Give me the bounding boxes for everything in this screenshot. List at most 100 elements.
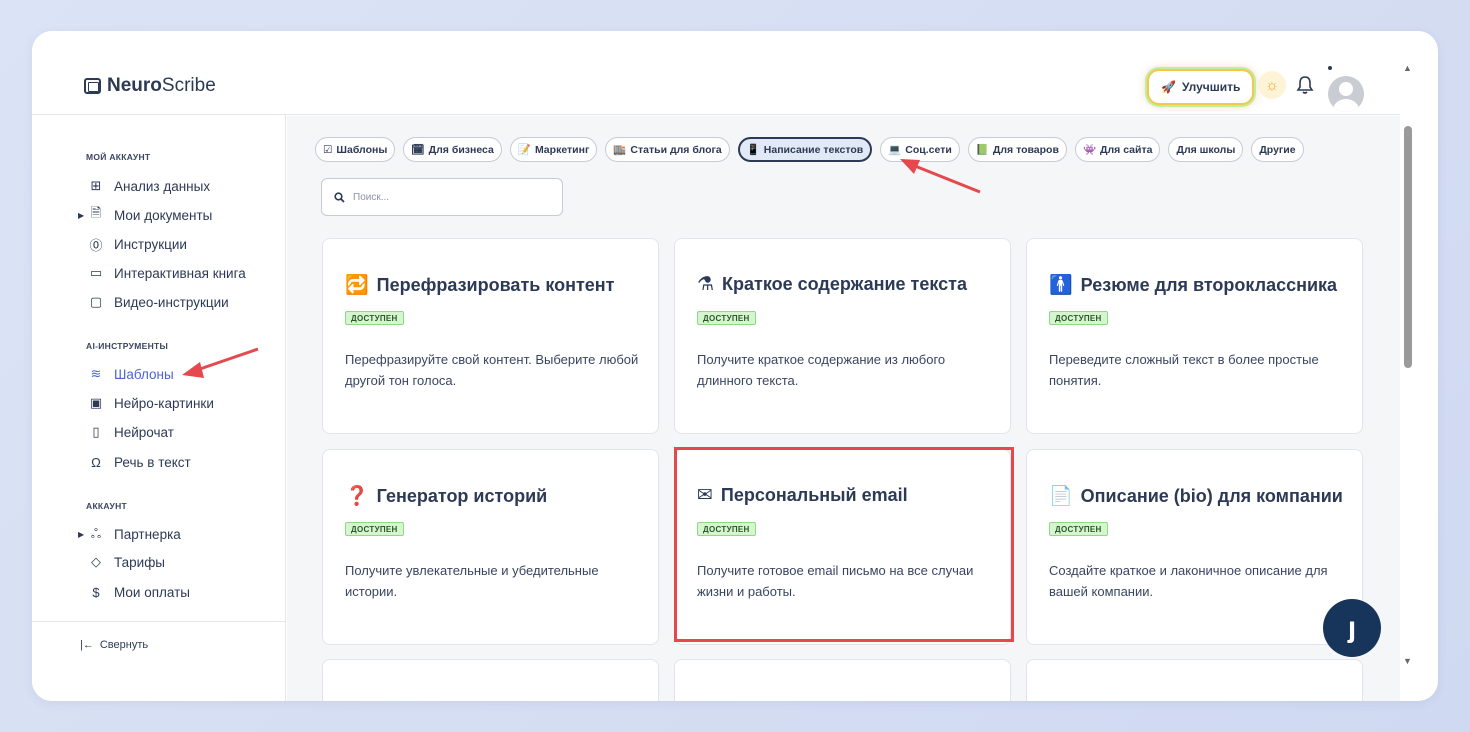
logo[interactable]: Neuro Scribe [84, 75, 216, 97]
sidebar-item-analytics[interactable]: ⊞ Анализ данных [86, 176, 211, 196]
chip-label: Маркетинг [534, 143, 590, 156]
sidebar-item-pricing[interactable]: ◇ Тарифы [86, 552, 165, 572]
template-card-bio[interactable]: 📄 Описание (bio) для компании ДОСТУПЕН Со… [1026, 449, 1363, 645]
card-title: Резюме для второклассника [1080, 274, 1338, 295]
repeat-icon: 🔁 [345, 275, 369, 296]
section-my-account: МОЙ АККАУНТ [86, 152, 151, 162]
template-card-summary[interactable]: ⚗ Краткое содержание текста ДОСТУПЕН Полу… [674, 238, 1011, 434]
notification-dot [1328, 66, 1332, 70]
chip-label: Шаблоны [336, 143, 388, 156]
logo-bold: Neuro [107, 75, 162, 96]
video-icon: ▢ [89, 294, 103, 309]
image-icon: ▣ [89, 395, 103, 410]
card-title: Описание (bio) для компании [1080, 485, 1343, 506]
sidebar-divider [32, 621, 286, 622]
sidebar-item-book[interactable]: ▭ Интерактивная книга [86, 263, 246, 283]
chip-marketing[interactable]: 📝 Маркетинг [509, 137, 598, 162]
chat-widget-button[interactable]: ȷ [1323, 599, 1381, 657]
sidebar-item-chat[interactable]: ▯ Нейрочат [86, 422, 174, 442]
upgrade-label: Улучшить [1181, 80, 1241, 94]
chat-icon: ▯ [92, 424, 100, 439]
card-title: Краткое содержание текста [722, 274, 967, 294]
scroll-up-arrow-icon[interactable]: ▲ [1403, 63, 1412, 73]
theme-toggle-sun-icon[interactable]: ☼ [1258, 71, 1286, 99]
template-card-story[interactable]: ❓ Генератор историй ДОСТУПЕН Получите увл… [322, 449, 659, 645]
section-account: АККАУНТ [86, 501, 128, 511]
sidebar-item-instructions[interactable]: ⓪ Инструкции [86, 234, 187, 254]
sidebar-item-label: Интерактивная книга [114, 265, 246, 281]
sidebar-item-speech[interactable]: Ω Речь в текст [86, 452, 191, 472]
collapse-left-icon: |← [80, 639, 94, 651]
sidebar: МОЙ АККАУНТ ⊞ Анализ данных ▶ 🗎 Мои доку… [32, 115, 286, 701]
search-icon [334, 191, 345, 203]
sidebar-item-label: Речь в текст [114, 454, 191, 470]
sidebar-item-label: Нейрочат [114, 424, 174, 440]
chip-templates[interactable]: ☑ Шаблоны [315, 137, 396, 162]
sidebar-item-images[interactable]: ▣ Нейро-картинки [86, 393, 214, 413]
top-bar: Neuro Scribe 🚀 Улучшить ☼ [32, 31, 1400, 115]
alembic-icon: ⚗ [697, 274, 715, 295]
headphones-icon: Ω [91, 454, 101, 470]
sidebar-item-payments[interactable]: $ Мои оплаты [86, 582, 190, 602]
chip-label: Для школы [1176, 143, 1236, 156]
status-badge: ДОСТУПЕН [345, 311, 404, 325]
alien-icon: 👾 [1082, 144, 1097, 156]
arrow-annotation-sidebar [182, 347, 259, 378]
sidebar-item-templates[interactable]: ≋ Шаблоны [86, 364, 174, 384]
chip-label: Другие [1259, 143, 1296, 156]
template-card-paraphrase[interactable]: 🔁 Перефразировать контент ДОСТУПЕН Перефр… [322, 238, 659, 434]
sidebar-item-label: Инструкции [114, 236, 187, 252]
question-icon: ❓ [345, 486, 369, 507]
sidebar-item-label: Видео-инструкции [114, 294, 229, 310]
dollar-icon: $ [92, 584, 100, 600]
chip-website[interactable]: 👾 Для сайта [1074, 137, 1161, 162]
sidebar-item-documents[interactable]: ▶ 🗎 Мои документы [78, 205, 213, 225]
collapse-sidebar-button[interactable]: |← Свернуть [80, 639, 148, 651]
document-icon: 🗎 [90, 205, 102, 220]
checkbox-icon: ☑ [323, 143, 333, 156]
card-description: Получите краткое содержание из любого дл… [697, 352, 946, 388]
template-card-eli5[interactable]: 🚹 Резюме для второклассника ДОСТУПЕН Пере… [1026, 238, 1363, 434]
chip-blog[interactable]: 🏬 Статьи для блога [605, 137, 730, 162]
calendar-icon: 🗓 [411, 144, 425, 156]
sidebar-item-partners[interactable]: ▶ ஃ Партнерка [78, 524, 181, 544]
search-input[interactable]: Поиск... [321, 178, 563, 216]
person-icon: 🚹 [1049, 275, 1073, 296]
notifications-bell-icon[interactable] [1296, 75, 1314, 100]
template-card-partial[interactable] [322, 659, 659, 701]
chip-label: Для бизнеса [428, 143, 494, 156]
users-icon: ஃ [90, 525, 102, 541]
upgrade-button[interactable]: 🚀 Улучшить [1149, 71, 1253, 103]
logo-rest: Scribe [161, 75, 216, 96]
sidebar-item-label: Партнерка [114, 526, 181, 542]
chip-other[interactable]: Другие [1251, 137, 1304, 162]
template-card-partial[interactable] [674, 659, 1011, 701]
phone-icon: 📱 [746, 144, 760, 156]
user-avatar[interactable] [1328, 76, 1364, 112]
sidebar-item-label: Шаблоны [114, 366, 174, 382]
card-title: Перефразировать контент [376, 274, 615, 295]
help-icon: ⓪ [89, 237, 103, 253]
chip-label: Написание текстов [763, 143, 864, 156]
layers-icon: ≋ [90, 366, 102, 381]
caret-right-icon: ▶ [78, 529, 85, 539]
template-card-partial[interactable] [1026, 659, 1363, 701]
sidebar-item-label: Мои документы [114, 207, 213, 223]
highlight-box [674, 447, 1014, 642]
collapse-label: Свернуть [99, 639, 149, 651]
card-description: Перефразируйте свой контент. Выберите лю… [345, 352, 639, 388]
chip-business[interactable]: 🗓 Для бизнеса [403, 137, 502, 162]
section-ai-tools: AI-ИНСТРУМЕНТЫ [86, 341, 169, 351]
sidebar-item-label: Нейро-картинки [114, 395, 214, 411]
scroll-down-arrow-icon[interactable]: ▼ [1403, 656, 1412, 666]
sidebar-item-label: Тарифы [114, 554, 166, 570]
scrollbar-thumb[interactable] [1404, 126, 1412, 368]
chip-writing[interactable]: 📱 Написание текстов [737, 137, 873, 162]
grid-icon: ⊞ [90, 178, 102, 193]
sidebar-item-video[interactable]: ▢ Видео-инструкции [86, 292, 229, 312]
chip-label: Статьи для блога [630, 143, 722, 156]
memo-icon: 📝 [517, 144, 531, 156]
chip-school[interactable]: Для школы [1168, 137, 1244, 162]
status-badge: ДОСТУПЕН [697, 311, 756, 325]
arrow-annotation-chip [900, 159, 981, 194]
